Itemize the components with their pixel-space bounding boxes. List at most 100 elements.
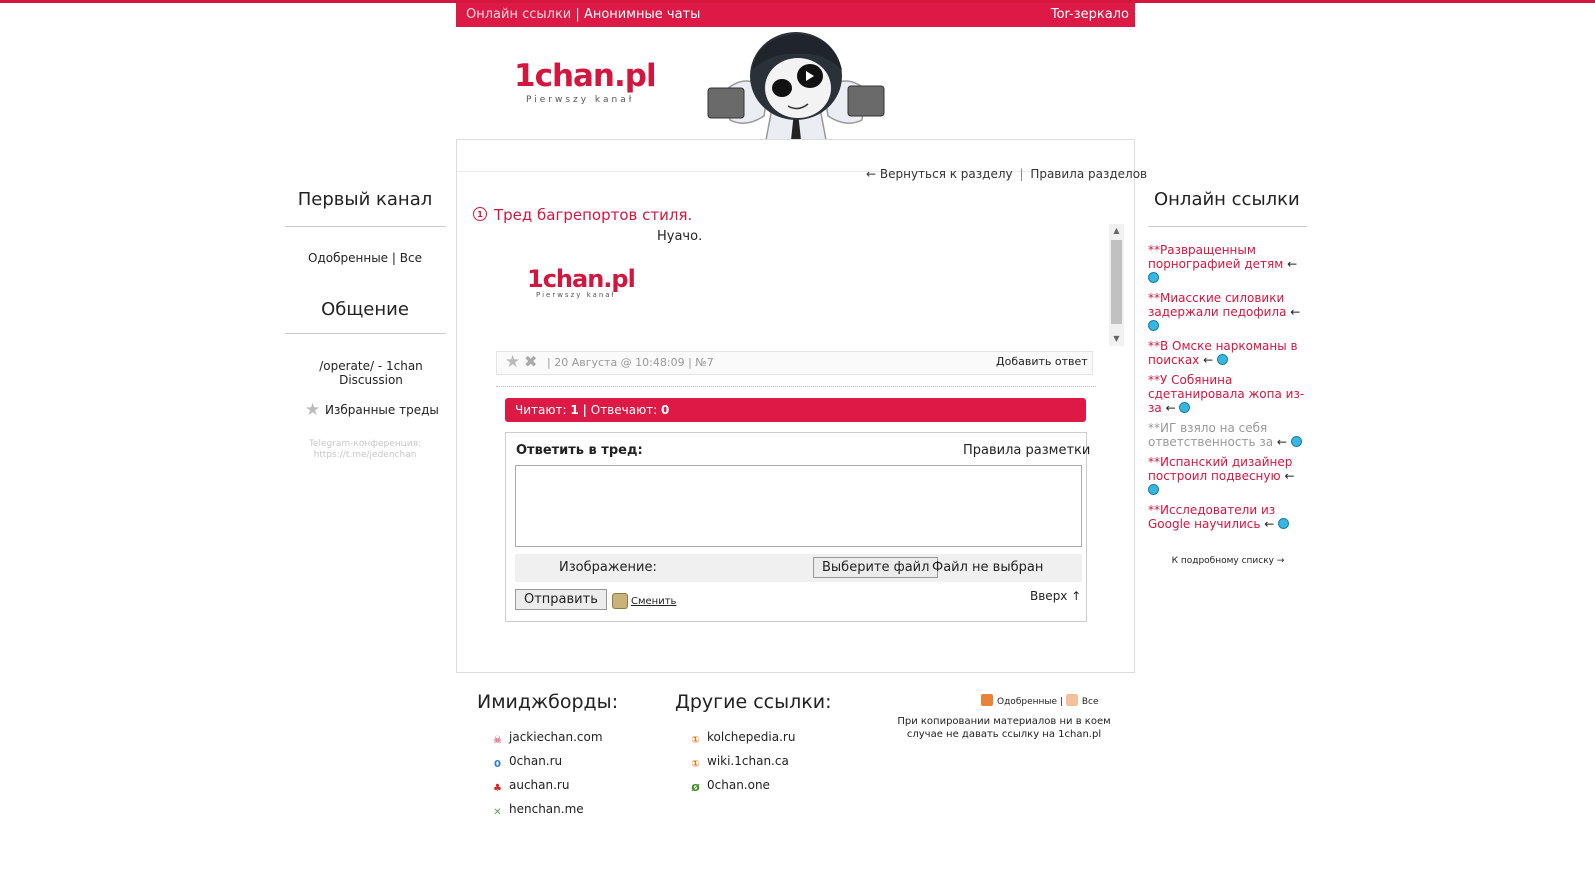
kolchepedia-icon: ① xyxy=(691,735,700,746)
online-link-item: **Развращенным порнографией детям ← xyxy=(1148,243,1308,285)
top-bar: Онлайн ссылки | Анонимные чаты Tor-зерка… xyxy=(456,3,1135,27)
henchan-icon: ✕ xyxy=(493,807,502,818)
other-links-list: ① kolchepedia.ru ① wiki.1chan.ca Ø 0chan.one xyxy=(689,725,795,797)
online-link-item: **ИГ взяло на себя ответственность за ← xyxy=(1148,421,1308,449)
other-links-heading: Другие ссылки: xyxy=(675,691,832,713)
globe-icon[interactable] xyxy=(1278,518,1290,529)
captcha-icon[interactable] xyxy=(612,593,628,609)
arrow-left-icon: ← xyxy=(1284,469,1295,483)
sidebar-separator: | xyxy=(391,251,396,265)
arrow-left-icon: ← xyxy=(1165,401,1176,415)
footer-link[interactable]: 0chan.ru xyxy=(509,754,562,768)
arrow-left-icon: ← xyxy=(1290,305,1301,319)
footer-link-item: ♣ auchan.ru xyxy=(491,773,603,797)
globe-icon[interactable] xyxy=(1179,402,1191,413)
choose-file-button[interactable]: Выберите файл xyxy=(813,557,939,578)
hide-x-icon[interactable]: ✖ xyxy=(524,352,537,371)
online-link[interactable]: **Испанский дизайнер построил подвесную xyxy=(1148,455,1292,483)
replying-label: Отвечают: xyxy=(590,403,658,417)
imageboards-heading: Имиджборды: xyxy=(477,691,619,713)
online-link[interactable]: **Развращенным порнографией детям xyxy=(1148,243,1283,271)
wiki-icon: ① xyxy=(691,759,700,770)
operate-board-link[interactable]: /operate/ - 1chan Discussion xyxy=(295,359,447,387)
thread-stats-bar: Читают: 1 | Отвечают: 0 xyxy=(505,398,1086,422)
tor-mirror-link[interactable]: Tor-зеркало xyxy=(1051,7,1129,22)
globe-icon[interactable] xyxy=(1290,436,1302,447)
stats-separator: | xyxy=(582,403,587,417)
online-link[interactable]: **Исследователи из Google научились xyxy=(1148,503,1275,531)
rss-feeds: Одобренные | Все xyxy=(981,694,1099,707)
scroll-up-link[interactable]: Вверх ↑ xyxy=(1030,589,1081,603)
top-bar-links: Онлайн ссылки | Анонимные чаты xyxy=(466,7,700,22)
telegram-conference-text: Telegram-конференция: https://t.me/jeden… xyxy=(308,439,422,460)
site-logo[interactable]: 1chan.pl xyxy=(514,58,657,94)
reply-textarea[interactable] xyxy=(515,465,1082,547)
footer-link[interactable]: henchan.me xyxy=(509,802,584,816)
thread-category-icon: 1 xyxy=(473,207,487,221)
scrollbar-thumb[interactable] xyxy=(1111,240,1122,324)
favorites-star-icon: ★ xyxy=(305,400,321,420)
rss-approved-link[interactable]: Одобренные xyxy=(997,697,1057,707)
0chan-one-icon: Ø xyxy=(691,783,700,794)
top-bar-separator: | xyxy=(575,7,580,22)
rss-icon xyxy=(1065,694,1078,706)
favorite-star-icon[interactable]: ★ xyxy=(505,352,520,372)
post-image[interactable]: 1chan.pl xyxy=(527,265,636,293)
back-to-section-link[interactable]: ← Вернуться к разделу xyxy=(866,167,1013,181)
section-rules-link[interactable]: Правила разделов xyxy=(1030,167,1147,181)
post-text: Нуачо. xyxy=(657,229,703,244)
add-reply-link[interactable]: Добавить ответ xyxy=(996,355,1088,368)
online-link[interactable]: **Миасские силовики задержали педофила xyxy=(1148,291,1286,319)
approved-link[interactable]: Одобренные xyxy=(308,251,388,265)
globe-icon[interactable] xyxy=(1148,320,1159,331)
footer-link[interactable]: auchan.ru xyxy=(509,778,569,792)
footer-link-item: 0 0chan.ru xyxy=(491,749,603,773)
arrow-left-icon: ← xyxy=(1287,257,1298,271)
footer-link[interactable]: kolchepedia.ru xyxy=(707,730,795,744)
favorite-threads-link[interactable]: Избранные треды xyxy=(325,403,439,417)
reply-form-label: Ответить в тред: xyxy=(516,443,643,458)
rss-all-link[interactable]: Все xyxy=(1082,697,1099,707)
online-link-item: **У Собянина сдетанировала жопа из-за ← xyxy=(1148,373,1308,415)
post-divider xyxy=(496,386,1096,387)
reading-count: 1 xyxy=(570,403,579,417)
post-image-subtitle: Pierwszy kanał xyxy=(536,291,616,299)
online-link-item: **Испанский дизайнер построил подвесную … xyxy=(1148,455,1308,497)
online-links-link[interactable]: Онлайн ссылки xyxy=(466,7,571,22)
file-status: Файл не выбран xyxy=(932,560,1044,575)
0chan-icon: 0 xyxy=(494,759,501,770)
footer-link-item: Ø 0chan.one xyxy=(689,773,795,797)
sidebar-heading-chat: Общение xyxy=(321,299,409,320)
copyright-notice: При копировании материалов ни в коем слу… xyxy=(897,716,1111,740)
submit-button[interactable]: Отправить xyxy=(515,589,607,610)
footer-link[interactable]: jackiechan.com xyxy=(509,730,603,744)
online-links-list: **Развращенным порнографией детям ← **Ми… xyxy=(1148,243,1308,537)
footer-link[interactable]: wiki.1chan.ca xyxy=(707,754,789,768)
markup-rules-link[interactable]: Правила разметки xyxy=(963,443,1090,458)
thread-stats-text: Читают: 1 | Отвечают: 0 xyxy=(515,403,669,417)
nav-separator: | xyxy=(1019,167,1024,181)
online-link[interactable]: **ИГ взяло на себя ответственность за xyxy=(1148,421,1273,449)
footer-link-item: ① wiki.1chan.ca xyxy=(689,749,795,773)
sidebar-divider xyxy=(285,333,446,334)
globe-icon[interactable] xyxy=(1217,354,1229,365)
globe-icon[interactable] xyxy=(1148,272,1159,283)
arrow-left-icon: ← xyxy=(1203,353,1214,367)
change-captcha-link[interactable]: Сменить xyxy=(631,596,676,607)
mascot-image xyxy=(707,32,885,140)
anonymous-chats-link[interactable]: Анонимные чаты xyxy=(584,7,700,22)
site-logo-subtitle: Pierwszy kanał xyxy=(526,95,635,105)
all-link[interactable]: Все xyxy=(400,251,422,265)
globe-icon[interactable] xyxy=(1148,484,1159,495)
footer-link[interactable]: 0chan.one xyxy=(707,778,770,792)
rss-separator: | xyxy=(1059,697,1063,707)
auchan-bird-icon: ♣ xyxy=(493,783,502,794)
scroll-down-arrow-icon[interactable]: ▼ xyxy=(1109,332,1124,346)
footer-link-item: ① kolchepedia.ru xyxy=(689,725,795,749)
sidebar-heading-first-channel: Первый канал xyxy=(297,189,433,210)
scroll-up-arrow-icon[interactable]: ▲ xyxy=(1109,224,1124,238)
sidebar-heading-online-links: Онлайн ссылки xyxy=(1154,189,1300,210)
online-link-item: **В Омске наркоманы в поисках ← xyxy=(1148,339,1308,367)
image-label: Изображение: xyxy=(559,560,657,575)
full-list-link[interactable]: К подробному списку → xyxy=(1148,556,1308,566)
